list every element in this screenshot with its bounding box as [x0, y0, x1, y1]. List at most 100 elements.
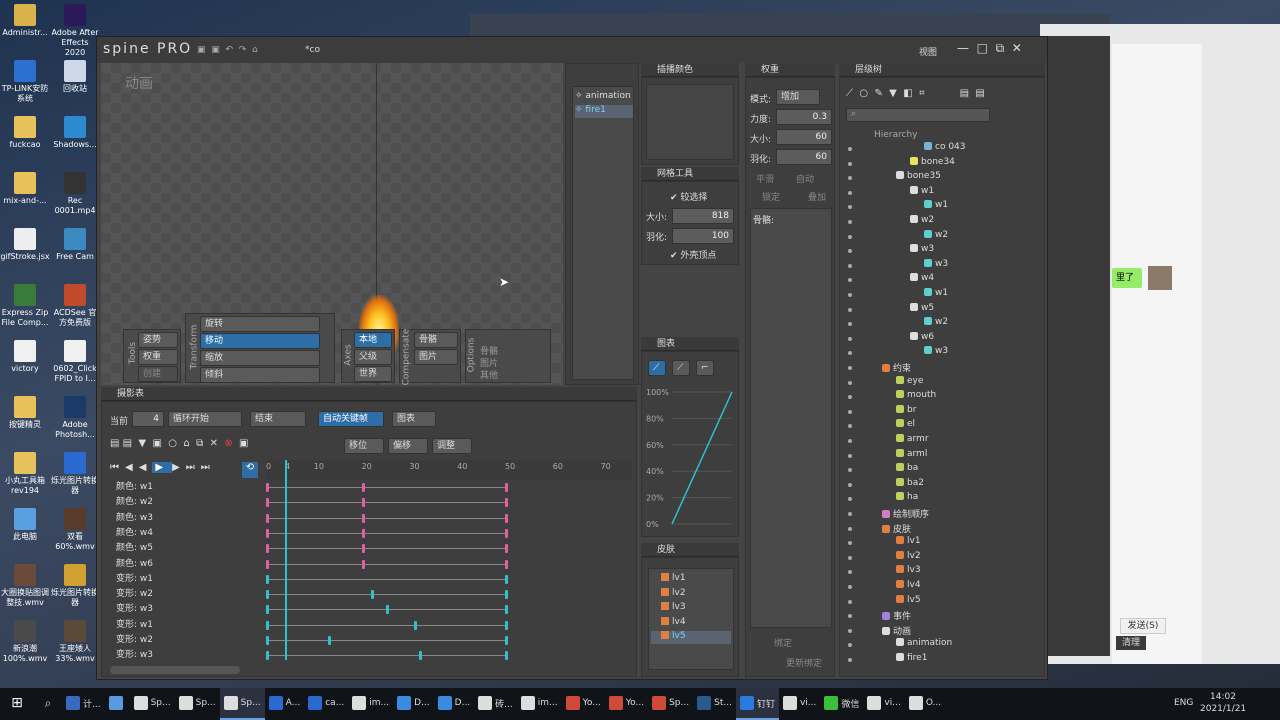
graph-bezier-button[interactable]: ⟋ [672, 360, 690, 376]
visibility-dot[interactable] [848, 351, 852, 356]
tray-date[interactable]: 2021/1/21 [1200, 704, 1246, 714]
tree-node[interactable]: lv3 [840, 565, 1036, 580]
track-row[interactable]: 颜色: w4 [110, 526, 632, 542]
compensate-bones-button[interactable]: 骨骼 [414, 332, 458, 348]
desktop-icon[interactable]: ACDSee 官方免费版 [50, 284, 100, 328]
keyframe[interactable] [266, 498, 269, 508]
visibility-dot[interactable] [848, 307, 852, 312]
weights-pin-button[interactable]: 锁定 [762, 190, 780, 203]
desktop-icon[interactable]: 烁光图片转换器 [50, 564, 100, 608]
track-row[interactable]: 颜色: w6 [110, 557, 632, 572]
track-row[interactable]: 颜色: w3 [110, 511, 632, 526]
tree-node[interactable]: 皮肤 [840, 522, 1036, 537]
desktop-icon[interactable]: 回收站 [50, 60, 100, 94]
skin-item[interactable]: lv3 [651, 602, 731, 615]
taskbar-item[interactable]: 砖... [474, 688, 517, 720]
rotate-button[interactable]: 旋转 [200, 316, 320, 332]
playhead[interactable] [285, 460, 288, 660]
desktop-icon[interactable]: gifStroke.jsx [0, 228, 50, 262]
visibility-dot[interactable] [848, 220, 852, 224]
keys-toolbar[interactable]: ▤ ▤ ▼ ▣ ○ ⌂ ⧉ ✕ ⊗ ▣ [110, 438, 310, 454]
weights-size-field[interactable]: 60 [776, 129, 832, 145]
tree-node[interactable]: fire1 [840, 653, 1036, 668]
tree-node[interactable]: w4 [840, 273, 1036, 288]
tree-node[interactable]: armr [840, 434, 1036, 449]
track-row[interactable]: 颜色: w2 [110, 495, 632, 511]
keyframe[interactable] [505, 590, 508, 600]
weights-button[interactable]: 权重 [138, 349, 178, 365]
taskbar-item[interactable]: 微信 [820, 688, 863, 720]
visibility-dot[interactable] [848, 541, 852, 546]
tree-node[interactable]: w3 [840, 258, 1036, 274]
desktop-icon[interactable]: Rec 0001.mp4 [50, 172, 100, 216]
soft-select-checkbox[interactable]: ✔ 较选择 [670, 190, 707, 203]
taskbar-item[interactable]: Sp... [130, 688, 175, 720]
offset-button[interactable]: 移位 [344, 438, 384, 454]
taskbar-item[interactable]: Yo... [562, 688, 605, 720]
keyframe[interactable] [266, 605, 269, 615]
desktop-icon[interactable]: Administr... [0, 4, 50, 38]
desktop-icon[interactable]: TP-LINK安防系统 [0, 60, 50, 104]
desktop-icon[interactable]: 烁光图片转换器 [50, 452, 100, 496]
visibility-dot[interactable] [848, 482, 852, 487]
track-row[interactable]: 变形: w1 [110, 618, 632, 633]
tree-node[interactable]: w1 [840, 288, 1036, 303]
desktop-icon[interactable]: Adobe After Effects 2020 [50, 4, 100, 58]
start-button[interactable]: ⊞ [0, 688, 34, 720]
loop-start-button[interactable]: 循环开始 [168, 411, 242, 427]
tree-node[interactable]: w3 [840, 244, 1036, 259]
taskbar-item[interactable]: St... [693, 688, 736, 720]
translate-button[interactable]: 移动 [200, 333, 320, 349]
keyframe[interactable] [361, 513, 365, 523]
tree-node[interactable]: arml [840, 448, 1036, 464]
tree-node[interactable]: co 043 [840, 142, 1036, 157]
desktop-icon[interactable]: 新浪潮 100%.wmv [0, 620, 50, 664]
timeline-ruler[interactable]: 0 4 10 20 30 40 50 60 70 [266, 460, 632, 480]
tree-node[interactable]: 绘制顺序 [840, 507, 1036, 522]
visibility-dot[interactable] [848, 336, 852, 341]
tracks-area[interactable]: 颜色: w1 颜色: w2 颜色: w3 颜色: w4 颜色: w5 颜色: w6 变形: … [102, 480, 632, 664]
tree-node[interactable]: ba2 [840, 477, 1036, 493]
tree-node[interactable]: 事件 [840, 609, 1036, 624]
create-button[interactable]: 创建 [138, 366, 178, 382]
keyframe[interactable] [505, 574, 508, 584]
shift-button[interactable]: 偏移 [388, 438, 428, 454]
visibility-dot[interactable] [848, 614, 852, 619]
visibility-dot[interactable] [848, 409, 852, 414]
desktop-icon[interactable]: 0602_Click FPID to I... [50, 340, 100, 384]
desktop-icon[interactable]: 大圈换贴图调整技.wmv [0, 564, 50, 608]
desktop-icon[interactable]: Adobe Photosh... [50, 396, 100, 440]
keyframe[interactable] [266, 636, 269, 645]
toolbar-icons[interactable]: ▣ ▣ ↶ ↷ ⌂ [197, 45, 297, 55]
tree-node[interactable]: w3 [840, 346, 1036, 361]
loop-button[interactable]: ⟲ [242, 462, 258, 478]
keyframe[interactable] [505, 559, 508, 569]
keyframe[interactable] [418, 651, 422, 661]
skin-item[interactable]: lv2 [651, 587, 731, 601]
window-controls[interactable]: — □ ⧉ ✕ [957, 41, 1022, 56]
tree-node[interactable]: lv2 [840, 550, 1036, 566]
keyframe[interactable] [266, 513, 269, 523]
tree-node[interactable]: ha [840, 492, 1036, 507]
tree-node[interactable]: eye [840, 375, 1036, 391]
keyframe[interactable] [505, 651, 508, 661]
weights-smooth-button[interactable]: 平滑 [756, 172, 774, 185]
taskbar-item[interactable]: 钉钉 [735, 688, 779, 720]
weights-overlay-button[interactable]: 叠加 [808, 190, 826, 203]
taskbar-item[interactable]: O... [905, 688, 945, 720]
visibility-dot[interactable] [848, 585, 852, 589]
taskbar-item[interactable]: Sp... [175, 688, 220, 720]
visibility-dot[interactable] [848, 599, 852, 604]
timeline-scrollbar[interactable] [110, 666, 240, 674]
keyframe[interactable] [505, 528, 508, 538]
weights-feather-field[interactable]: 60 [776, 149, 832, 165]
visibility-dot[interactable] [848, 147, 852, 151]
desktop-icon[interactable]: fuckcao [0, 116, 50, 150]
tree-search-input[interactable]: ⌕ [846, 108, 990, 122]
taskbar-item[interactable]: Sp... [219, 688, 265, 720]
visibility-dot[interactable] [848, 322, 852, 327]
visibility-dot[interactable] [848, 512, 852, 516]
interpolation-curve[interactable] [671, 391, 733, 525]
skin-item[interactable]: lv1 [651, 573, 731, 586]
anim-item-animation[interactable]: ✧ animation [575, 91, 633, 104]
